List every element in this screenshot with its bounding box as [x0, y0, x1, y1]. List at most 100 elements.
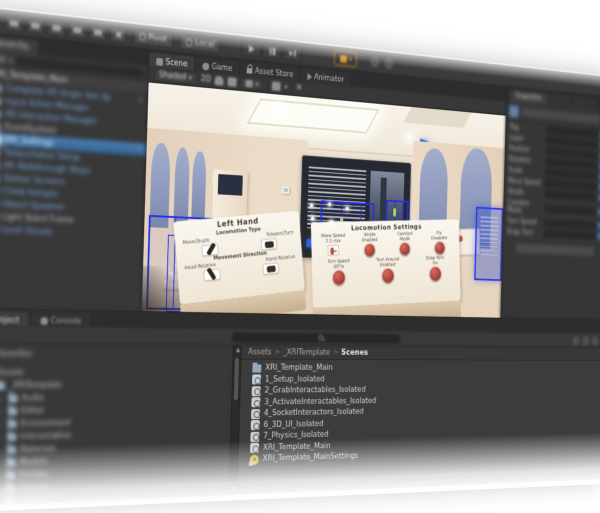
search-icon [318, 335, 323, 340]
property-field[interactable] [544, 205, 595, 215]
breadcrumb: Assets> _XRITemplate> Scenes [241, 345, 600, 361]
effects-dropdown[interactable]: ▾ [241, 77, 263, 90]
collab-button[interactable] [334, 50, 357, 67]
close-icon[interactable]: ✕ [296, 84, 305, 94]
folder-label: Scenes [18, 482, 46, 493]
play-button[interactable] [241, 40, 261, 58]
breadcrumb-item[interactable]: _XRITemplate [283, 348, 330, 357]
custom-tool-icon[interactable] [110, 26, 127, 43]
asset-label: XRI_Template_Main [263, 442, 331, 453]
property-label: Scale [508, 166, 543, 176]
property-field[interactable] [544, 230, 595, 240]
gameobject-icon [0, 84, 2, 93]
asset-label: 2_GrabInteractables_Isolated [264, 386, 365, 396]
tab-project[interactable]: Project [0, 311, 29, 327]
scroll-down-arrow[interactable]: ▼ [231, 486, 237, 493]
hand-tool-icon[interactable] [0, 12, 2, 30]
hierarchy-item-label: Level Visuals [1, 225, 52, 237]
tab-console[interactable]: Console [31, 312, 90, 327]
shading-mode-dropdown[interactable]: Shaded▾ [154, 68, 197, 85]
inspector-panel: Inspector Tag Layer [500, 87, 600, 319]
property-label: Comfort Mode [507, 199, 542, 216]
red-knob [382, 269, 394, 283]
knob-sublabel: Disabled [424, 236, 455, 242]
folder-icon [6, 471, 16, 479]
knob-row-1: Strafe Enabled Comfort Mode [353, 230, 454, 256]
scene-canvas[interactable]: Left Hand Locomotion Type Move/Strafe Te… [142, 83, 506, 318]
gameobject-cube-icon [509, 105, 519, 118]
folder-icon [0, 381, 5, 389]
gameobject-icon [0, 122, 1, 130]
move-tool-icon[interactable] [5, 14, 23, 32]
breadcrumb-item[interactable]: Assets [248, 347, 272, 356]
cloud-button[interactable] [370, 56, 380, 68]
file-row[interactable]: XRI_Template_Main [252, 363, 600, 374]
folder-icon [7, 445, 17, 453]
asset-label: 6_3D_UI_Isolated [263, 420, 323, 430]
expand-arrow-icon[interactable]: > [138, 96, 144, 105]
collab-icon [340, 55, 347, 63]
rect-gizmo-handle[interactable] [311, 217, 314, 220]
rotate-tool-icon[interactable] [26, 17, 44, 35]
effects-icon [246, 80, 253, 88]
pivot-toggle[interactable]: Pivot [133, 28, 173, 47]
knob-sublabel: 60°/s [317, 264, 360, 271]
account-button[interactable] [384, 57, 394, 69]
project-file-list: Assets> _XRITemplate> Scenes XRI_Templat… [238, 345, 600, 495]
property-label: Move Speed [508, 177, 543, 187]
icon-size-slider[interactable] [573, 336, 580, 345]
asset-label: 7_Physics_Isolated [263, 431, 328, 442]
pause-button[interactable] [262, 42, 281, 59]
scroll-up-arrow[interactable]: ▲ [235, 347, 241, 353]
menu-button[interactable] [592, 336, 599, 345]
breadcrumb-separator: > [275, 348, 281, 356]
inspector-rows: Tag Layer Position [503, 121, 600, 242]
asset-label: 4_SocketInteractors_Isolated [264, 408, 364, 419]
rect-gizmo-handle[interactable] [328, 203, 331, 206]
step-button[interactable] [283, 44, 302, 61]
scene-view: Scene Game Asset Store Animator Shaded▾ … [142, 50, 507, 317]
unity-editor-window: Pivot Local Hierarchy Create ▾ XRI_Templ… [0, 7, 600, 507]
globe-icon [186, 38, 193, 46]
2d-toggle[interactable]: 2D [201, 74, 211, 84]
scale-tool-icon[interactable] [48, 19, 66, 36]
project-search-input[interactable] [231, 332, 400, 344]
folder-icon [5, 484, 15, 492]
breadcrumb-item[interactable]: Scenes [341, 348, 368, 357]
add-component-button[interactable] [515, 242, 595, 257]
gameobject-name-field[interactable] [521, 108, 599, 124]
transform-tool-icon[interactable] [89, 24, 106, 41]
pedestal-screen [218, 174, 243, 195]
slider-box [327, 245, 339, 256]
local-toggle[interactable]: Local [180, 33, 221, 52]
asset-icon [251, 409, 260, 419]
folder-icon [7, 420, 17, 428]
audio-toggle-icon[interactable] [228, 77, 237, 87]
rect-gizmo-handle[interactable] [346, 207, 349, 210]
gameobject-icon [0, 109, 1, 118]
arch-window [192, 151, 207, 219]
folder-label: Environment [20, 418, 70, 429]
knob-cell: Fly Disabled [424, 230, 455, 254]
expand-arrow-icon[interactable]: > [136, 145, 142, 154]
assets-label: Assets [0, 368, 24, 378]
favorites-item[interactable]: ▾★ Favorites [0, 347, 233, 361]
rect-gizmo-handle[interactable] [310, 204, 313, 207]
wall-picture [282, 186, 289, 194]
toggle-lever [204, 268, 221, 281]
folder-label: Interactables [20, 431, 72, 442]
rect-tool-icon[interactable] [69, 21, 87, 38]
create-dropdown[interactable]: Create [0, 53, 6, 64]
gameobject-icon [0, 96, 2, 105]
folder-label: Materials [20, 444, 56, 455]
lock-button[interactable] [582, 336, 589, 345]
assets-root-item[interactable]: ▾ Assets [0, 366, 232, 379]
rect-gizmo-center[interactable] [329, 220, 333, 225]
scrollbar-thumb[interactable] [234, 358, 239, 400]
pivot-label: Pivot [148, 33, 167, 44]
red-knob [333, 270, 345, 285]
grid-toggle-icon[interactable] [272, 81, 281, 91]
red-knob [365, 244, 376, 257]
knob-row-2: Turn Speed 60°/s Turn Around Enabled [315, 255, 456, 286]
lighting-toggle-icon[interactable] [215, 76, 224, 86]
